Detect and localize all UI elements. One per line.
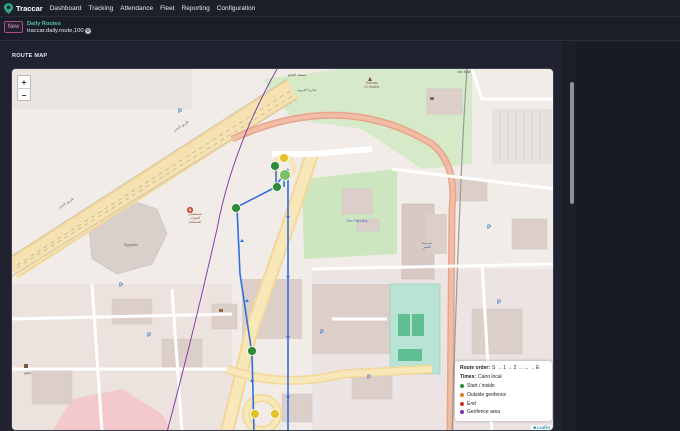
zoom-control: + − bbox=[17, 75, 31, 101]
nav-configuration[interactable]: Configuration bbox=[217, 5, 256, 12]
legend-item-outside: Outside geofence bbox=[460, 390, 547, 399]
legend-route-order: Route order: S → 1 → 2 → ... → E bbox=[460, 364, 547, 373]
legend-label-outside: Outside geofence bbox=[467, 391, 507, 398]
map-legend: Route order: S → 1 → 2 → ... → E Times: … bbox=[455, 361, 552, 421]
poi-mall: Arc Mall bbox=[457, 70, 471, 74]
poi-bottom-left: جامع bbox=[24, 371, 32, 375]
nav-dashboard[interactable]: Dashboard bbox=[50, 5, 82, 12]
new-button[interactable]: New bbox=[4, 21, 23, 33]
nav-reporting[interactable]: Reporting bbox=[182, 5, 210, 12]
control-panel: New Daily Routes traccar.daily.route,100… bbox=[0, 18, 680, 41]
svg-text:P: P bbox=[147, 333, 151, 339]
zoom-in-button[interactable]: + bbox=[18, 76, 30, 89]
zoom-out-button[interactable]: − bbox=[18, 89, 30, 102]
top-navbar: Traccar Dashboard Tracking Attendance Fl… bbox=[0, 0, 680, 17]
legend-times: Times: Cairo local bbox=[460, 373, 547, 382]
start-dot-icon bbox=[460, 383, 464, 388]
legend-item-end: End bbox=[460, 399, 547, 408]
svg-text:P: P bbox=[320, 330, 324, 336]
svg-text:P: P bbox=[497, 300, 501, 306]
nav-fleet[interactable]: Fleet bbox=[160, 5, 174, 12]
form-scrollbar-thumb[interactable] bbox=[570, 82, 574, 204]
legend-item-geofence: Geofence area bbox=[460, 408, 547, 417]
leaflet-attribution[interactable]: ■ Leaflet bbox=[531, 425, 552, 430]
route-order-label: Route order: bbox=[460, 365, 490, 372]
poi-mosque: Ramsis El Moshir bbox=[364, 81, 380, 89]
svg-text:P: P bbox=[367, 375, 371, 381]
app-name: Traccar bbox=[16, 3, 43, 13]
poi-top-center: مسجد الفاتح bbox=[287, 73, 307, 77]
section-title: ROUTE MAP bbox=[12, 53, 48, 59]
route-map[interactable]: PPP PPP PP + − مستشفى القوات المسلحة Egy… bbox=[11, 68, 554, 431]
nav-tracking[interactable]: Tracking bbox=[89, 5, 114, 12]
poi-school: Gm Planning bbox=[346, 219, 368, 223]
end-dot-icon bbox=[460, 401, 464, 406]
outside-dot-icon bbox=[460, 392, 464, 397]
svg-text:P: P bbox=[487, 225, 491, 231]
poi-building: Egyptian bbox=[124, 243, 138, 247]
app-logo[interactable]: Traccar bbox=[4, 2, 50, 14]
legend-label-geofence: Geofence area bbox=[467, 409, 501, 416]
svg-text:P: P bbox=[119, 283, 123, 289]
geofence-dot-icon bbox=[460, 410, 464, 415]
chatter-panel bbox=[576, 42, 680, 431]
legend-label-end: End bbox=[467, 400, 476, 407]
times-value: Cairo local bbox=[478, 374, 502, 381]
times-label: Times: bbox=[460, 374, 477, 381]
poi-hospital: مستشفى القوات المسلحة bbox=[187, 212, 203, 224]
record-settings-icon[interactable]: ⚙ bbox=[85, 28, 91, 34]
svg-text:P: P bbox=[178, 109, 182, 115]
record-name: traccar.daily.route,100 bbox=[27, 28, 84, 34]
legend-item-start: Start / inside bbox=[460, 382, 547, 391]
legend-label-start: Start / inside bbox=[467, 382, 495, 389]
route-order-value: S → 1 → 2 → ... → E bbox=[492, 365, 540, 372]
poi-blue-right: مدرسة النصر bbox=[421, 241, 433, 249]
road-label-3: شارع العروبة bbox=[297, 88, 317, 92]
traccar-logo-icon bbox=[4, 2, 13, 14]
breadcrumb-title[interactable]: Daily Routes bbox=[27, 21, 61, 27]
nav-attendance[interactable]: Attendance bbox=[120, 5, 153, 12]
